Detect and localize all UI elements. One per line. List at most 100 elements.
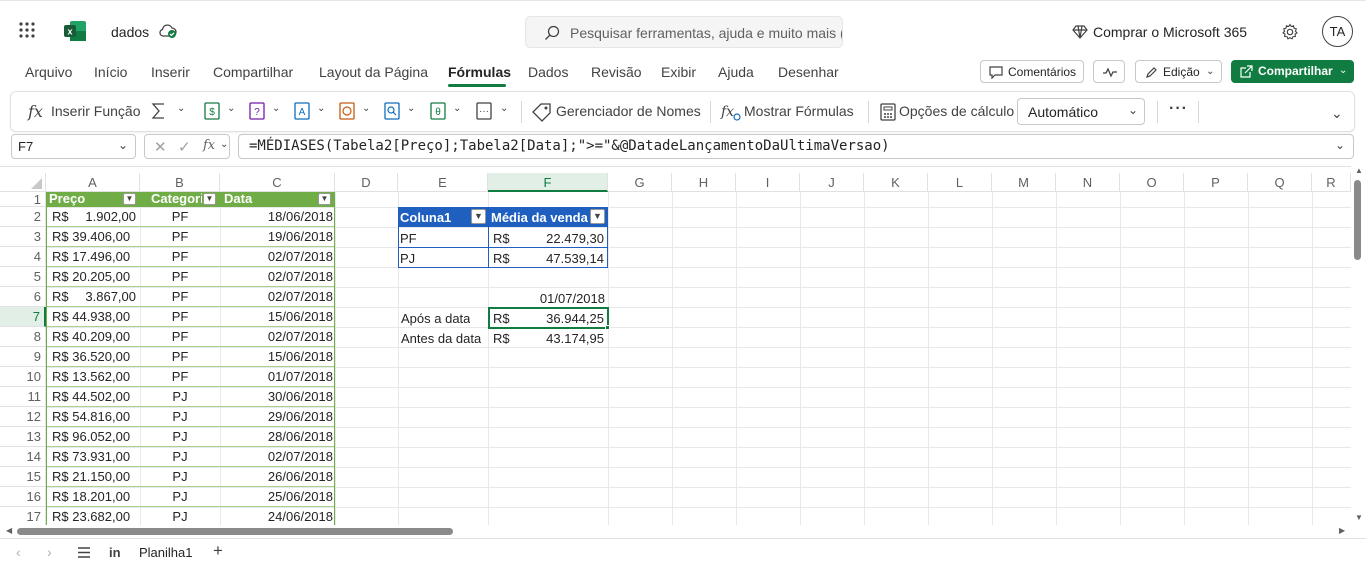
more-options-icon[interactable]: ··· <box>1169 100 1188 118</box>
row-header-15[interactable]: 15 <box>0 467 46 487</box>
horizontal-scroll-thumb[interactable] <box>17 528 453 535</box>
column-header-q[interactable]: Q <box>1248 173 1312 192</box>
tab-ajuda[interactable]: Ajuda <box>718 64 754 80</box>
tab-formulas[interactable]: Fórmulas <box>448 64 511 80</box>
column-header-g[interactable]: G <box>608 173 672 192</box>
column-header-h[interactable]: H <box>672 173 736 192</box>
row-header-14[interactable]: 14 <box>0 447 46 467</box>
vertical-scrollbar[interactable]: ▲ ▼ <box>1351 166 1366 525</box>
scroll-up-arrow-icon[interactable]: ▲ <box>1355 166 1363 175</box>
tab-revisao[interactable]: Revisão <box>591 64 642 80</box>
row-header-7[interactable]: 7 <box>0 307 46 327</box>
column-header-n[interactable]: N <box>1056 173 1120 192</box>
row-header-16[interactable]: 16 <box>0 487 46 507</box>
math-trig-icon[interactable]: θ <box>429 101 447 121</box>
scroll-right-arrow-icon[interactable]: ▶ <box>1339 526 1345 535</box>
scroll-down-arrow-icon[interactable]: ▼ <box>1355 513 1363 522</box>
chevron-down-icon[interactable]: ⌄ <box>407 103 415 114</box>
chevron-down-icon[interactable]: ⌄ <box>453 103 461 114</box>
sheet-tab-planilha1[interactable]: Planilha1 <box>139 545 193 560</box>
row-header-17[interactable]: 17 <box>0 507 46 527</box>
user-avatar[interactable]: TA <box>1322 16 1353 47</box>
column-header-r[interactable]: R <box>1312 173 1351 192</box>
row-header-12[interactable]: 12 <box>0 407 46 427</box>
column-header-l[interactable]: L <box>928 173 992 192</box>
row-header-1[interactable]: 1 <box>0 192 46 207</box>
name-manager-button[interactable]: Gerenciador de Nomes <box>556 103 701 119</box>
column-header-m[interactable]: M <box>992 173 1056 192</box>
sheet-search-icon[interactable]: in <box>109 545 121 560</box>
name-box[interactable]: F7 ⌄ <box>11 134 136 159</box>
date-time-icon[interactable] <box>338 101 356 121</box>
column-header-e[interactable]: E <box>398 173 488 192</box>
tab-arquivo[interactable]: Arquivo <box>25 64 72 80</box>
logical-icon[interactable]: ? <box>248 101 266 121</box>
row-header-4[interactable]: 4 <box>0 247 46 267</box>
column-header-p[interactable]: P <box>1184 173 1248 192</box>
document-name[interactable]: dados <box>111 24 149 40</box>
row-header-8[interactable]: 8 <box>0 327 46 347</box>
row-header-6[interactable]: 6 <box>0 287 46 307</box>
row-header-10[interactable]: 10 <box>0 367 46 387</box>
vertical-scroll-thumb[interactable] <box>1354 180 1361 260</box>
editing-mode-button[interactable]: Edição ⌄ <box>1135 60 1222 83</box>
chevron-down-icon[interactable]: ⌄ <box>227 103 235 114</box>
formula-input[interactable]: =MÉDIASES(Tabela2[Preço];Tabela2[Data];"… <box>238 134 1354 159</box>
show-formulas-button[interactable]: Mostrar Fórmulas <box>744 103 854 119</box>
prev-sheet-arrow-icon[interactable]: ‹ <box>16 544 21 560</box>
chevron-down-icon[interactable]: ⌄ <box>317 103 325 114</box>
row-header-3[interactable]: 3 <box>0 227 46 247</box>
add-sheet-icon[interactable]: + <box>213 541 223 561</box>
release-date-cell[interactable]: 01/07/2018 <box>490 289 605 308</box>
active-cell-selection[interactable] <box>488 307 609 329</box>
all-sheets-menu-icon[interactable] <box>77 547 91 558</box>
column-header-o[interactable]: O <box>1120 173 1184 192</box>
column-header-k[interactable]: K <box>864 173 928 192</box>
select-all-corner[interactable] <box>0 173 46 192</box>
column-header-c[interactable]: C <box>220 173 335 192</box>
tab-dados[interactable]: Dados <box>528 64 568 80</box>
row-header-9[interactable]: 9 <box>0 347 46 367</box>
tab-desenhar[interactable]: Desenhar <box>778 64 839 80</box>
next-sheet-arrow-icon[interactable]: › <box>47 544 52 560</box>
tab-inserir[interactable]: Inserir <box>151 64 190 80</box>
tab-layout-pagina[interactable]: Layout da Página <box>319 64 428 80</box>
buy-microsoft-365-link[interactable]: Comprar o Microsoft 365 <box>1093 24 1247 40</box>
search-box[interactable]: Pesquisar ferramentas, ajuda e muito mai… <box>525 16 843 48</box>
calc-mode-dropdown[interactable]: Automático ⌄ <box>1017 98 1145 125</box>
comments-button[interactable]: Comentários <box>980 60 1084 83</box>
chevron-down-icon[interactable]: ⌄ <box>362 103 370 114</box>
column-header-a[interactable]: A <box>46 173 140 192</box>
settings-gear-icon[interactable] <box>1281 23 1299 41</box>
chevron-down-icon[interactable]: ⌄ <box>1335 138 1345 152</box>
app-launcher-icon[interactable] <box>18 21 36 39</box>
column-header-b[interactable]: B <box>140 173 220 192</box>
tab-inicio[interactable]: Início <box>94 64 127 80</box>
column-header-j[interactable]: J <box>800 173 864 192</box>
chevron-down-icon[interactable]: ⌄ <box>177 103 185 114</box>
tab-compartilhar[interactable]: Compartilhar <box>213 64 293 80</box>
tab-exibir[interactable]: Exibir <box>661 64 696 80</box>
column-header-i[interactable]: I <box>736 173 800 192</box>
catch-up-button[interactable] <box>1093 60 1125 83</box>
row-header-11[interactable]: 11 <box>0 387 46 407</box>
scroll-left-arrow-icon[interactable]: ◀ <box>6 526 12 535</box>
column-header-d[interactable]: D <box>335 173 398 192</box>
fx-icon[interactable]: fx <box>203 138 215 153</box>
column-header-f[interactable]: F <box>488 173 608 192</box>
lookup-reference-icon[interactable] <box>383 101 401 121</box>
fill-handle[interactable] <box>605 325 610 330</box>
more-functions-icon[interactable]: ··· <box>475 101 493 121</box>
cancel-icon[interactable]: ✕ <box>154 138 167 156</box>
confirm-check-icon[interactable]: ✓ <box>178 138 191 156</box>
row-header-13[interactable]: 13 <box>0 427 46 447</box>
financial-icon[interactable]: $ <box>203 101 221 121</box>
autosum-icon[interactable] <box>150 101 168 121</box>
chevron-down-icon[interactable]: ⌄ <box>272 103 280 114</box>
insert-function-button[interactable]: Inserir Função <box>51 103 140 119</box>
row-header-5[interactable]: 5 <box>0 267 46 287</box>
share-button[interactable]: Compartilhar ⌄ <box>1231 60 1354 83</box>
text-functions-icon[interactable]: A <box>293 101 311 121</box>
chevron-down-icon[interactable]: ⌄ <box>500 103 508 114</box>
row-header-2[interactable]: 2 <box>0 207 46 227</box>
